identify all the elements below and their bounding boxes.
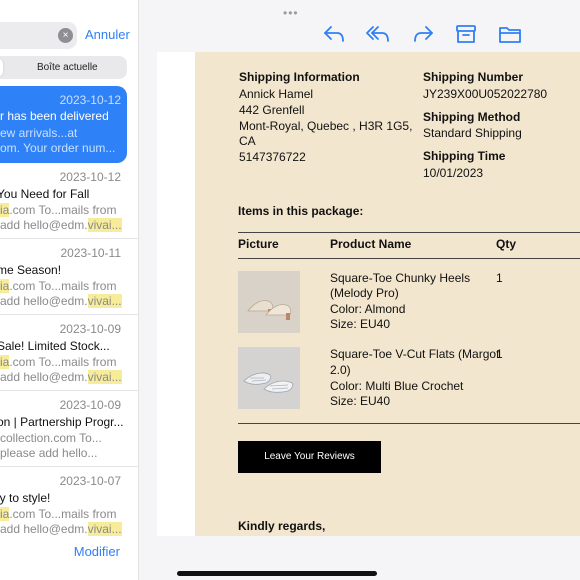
- shipping-number: JY239X00U052022780: [423, 87, 548, 101]
- preview-text: .com To...mails from: [9, 355, 117, 369]
- preview-text: add hello@edm.: [0, 218, 88, 232]
- message-preview-line: collection.com To...: [0, 431, 102, 445]
- message-date: 2023-10-12: [59, 170, 121, 184]
- message-date: 2023-10-12: [59, 93, 121, 107]
- product-name: Square-Toe V-Cut Flats (Margot: [330, 347, 500, 361]
- message-preview-line: add hello@edm.vivai...: [0, 370, 122, 384]
- address-line: 442 Grenfell: [239, 103, 305, 117]
- message-preview-line: add hello@edm.vivai...: [0, 294, 122, 308]
- message-subject: on | Partnership Progr...: [0, 415, 124, 429]
- search-scope-all-option[interactable]: [0, 58, 3, 77]
- message-preview-line: please add hello...: [0, 446, 97, 460]
- preview-text: please add hello...: [0, 446, 98, 460]
- recipient-name: Annick Hamel: [239, 87, 314, 101]
- product-color: Color: Multi Blue Crochet: [330, 379, 464, 393]
- product-qty: 1: [496, 271, 503, 285]
- message-preview-line: ia.com To...mails from: [0, 279, 116, 293]
- preview-text: .com To...mails from: [9, 507, 117, 521]
- product-name: Square-Toe Chunky Heels: [330, 271, 471, 285]
- cancel-search-button[interactable]: Annuler: [85, 27, 130, 42]
- message-subject: r has been delivered: [0, 109, 109, 123]
- message-detail-pane: ••• Shipping Information Annick Hamel 44…: [139, 0, 580, 580]
- search-scope-segmented-control: Boîte actuelle: [0, 56, 127, 79]
- column-header-product: Product Name: [330, 237, 412, 251]
- message-date: 2023-10-09: [59, 322, 121, 336]
- folder-icon[interactable]: [497, 22, 523, 46]
- mailbox-list-pane: × Annuler Boîte actuelle 2023-10-12 r ha…: [0, 0, 139, 580]
- reply-all-icon[interactable]: [365, 22, 391, 46]
- reply-icon[interactable]: [322, 22, 348, 46]
- search-highlight: vivai...: [87, 370, 122, 384]
- message-preview-line: ew arrivals...at: [0, 126, 78, 140]
- leave-reviews-button[interactable]: Leave Your Reviews: [238, 441, 381, 473]
- product-size: Size: EU40: [330, 317, 391, 331]
- message-date: 2023-10-09: [59, 398, 121, 412]
- message-date: 2023-10-11: [60, 246, 122, 260]
- search-highlight: vivai...: [87, 294, 122, 308]
- preview-text: .com To...mails from: [9, 279, 117, 293]
- product-color: Color: Almond: [330, 302, 406, 316]
- search-scope-current-mailbox-option[interactable]: Boîte actuelle: [37, 62, 98, 73]
- message-subject: me Season!: [0, 263, 62, 277]
- product-image[interactable]: [238, 347, 300, 409]
- product-name: 2.0): [330, 363, 351, 377]
- phone-number: 5147376722: [239, 150, 306, 164]
- column-header-picture: Picture: [238, 237, 279, 251]
- message-preview-line: ia.com To...mails from: [0, 203, 116, 217]
- message-preview-line: add hello@edm.vivai...: [0, 522, 122, 536]
- preview-text: add hello@edm.: [0, 370, 88, 384]
- message-list-item[interactable]: 2023-10-07 ly to style! ia.com To...mail…: [0, 467, 138, 543]
- clear-search-icon[interactable]: ×: [58, 28, 73, 43]
- search-highlight: ia: [0, 279, 10, 293]
- product-qty: 1: [496, 347, 503, 361]
- message-list-item[interactable]: 2023-10-09 Sale! Limited Stock... ia.com…: [0, 315, 138, 391]
- message-preview-line: ia.com To...mails from: [0, 507, 116, 521]
- home-indicator[interactable]: [177, 571, 377, 576]
- message-preview-line: ia.com To...mails from: [0, 355, 116, 369]
- message-list-item[interactable]: 2023-10-11 me Season! ia.com To...mails …: [0, 239, 138, 315]
- shipping-method: Standard Shipping: [423, 126, 522, 140]
- address-line: CA: [239, 134, 256, 148]
- message-list-item[interactable]: 2023-10-12 You Need for Fall ia.com To..…: [0, 163, 138, 239]
- forward-icon[interactable]: [411, 22, 437, 46]
- message-list-item[interactable]: 2023-10-12 r has been delivered ew arriv…: [0, 86, 127, 163]
- shipping-info-heading: Shipping Information: [239, 70, 360, 84]
- product-name: (Melody Pro): [330, 286, 399, 300]
- table-divider: [238, 232, 580, 233]
- items-heading: Items in this package:: [238, 204, 364, 218]
- table-divider: [238, 423, 580, 424]
- search-highlight: vivai...: [87, 522, 122, 536]
- message-subject: ly to style!: [0, 491, 51, 505]
- shipping-time-heading: Shipping Time: [423, 149, 506, 163]
- shipping-method-heading: Shipping Method: [423, 110, 521, 124]
- product-size: Size: EU40: [330, 394, 391, 408]
- search-highlight: ia: [0, 203, 10, 217]
- message-list-item[interactable]: 2023-10-09 on | Partnership Progr... col…: [0, 391, 138, 467]
- email-body: Shipping Information Annick Hamel 442 Gr…: [195, 52, 580, 536]
- search-highlight: ia: [0, 507, 10, 521]
- archive-icon[interactable]: [453, 22, 479, 46]
- search-highlight: ia: [0, 355, 10, 369]
- edit-button[interactable]: Modifier: [74, 544, 120, 559]
- multitasking-grabber[interactable]: •••: [283, 6, 299, 20]
- message-list: 2023-10-12 r has been delivered ew arriv…: [0, 86, 138, 543]
- product-image[interactable]: [238, 271, 300, 333]
- preview-text: collection.com To...: [0, 431, 102, 445]
- table-divider: [238, 258, 580, 259]
- message-subject: You Need for Fall: [0, 187, 90, 201]
- address-line: Mont-Royal, Quebec , H3R 1G5,: [239, 119, 413, 133]
- search-highlight: vivai...: [87, 218, 122, 232]
- column-header-qty: Qty: [496, 237, 517, 251]
- preview-text: add hello@edm.: [0, 522, 88, 536]
- preview-text: add hello@edm.: [0, 294, 88, 308]
- shipping-time: 10/01/2023: [423, 166, 484, 180]
- message-date: 2023-10-07: [59, 474, 121, 488]
- message-preview-line: add hello@edm.vivai...: [0, 218, 122, 232]
- preview-text: .com To...mails from: [9, 203, 117, 217]
- closing-text: Kindly regards,: [238, 519, 326, 533]
- message-preview-line: om. Your order num...: [0, 141, 116, 155]
- message-subject: Sale! Limited Stock...: [0, 339, 110, 353]
- shipping-number-heading: Shipping Number: [423, 70, 523, 84]
